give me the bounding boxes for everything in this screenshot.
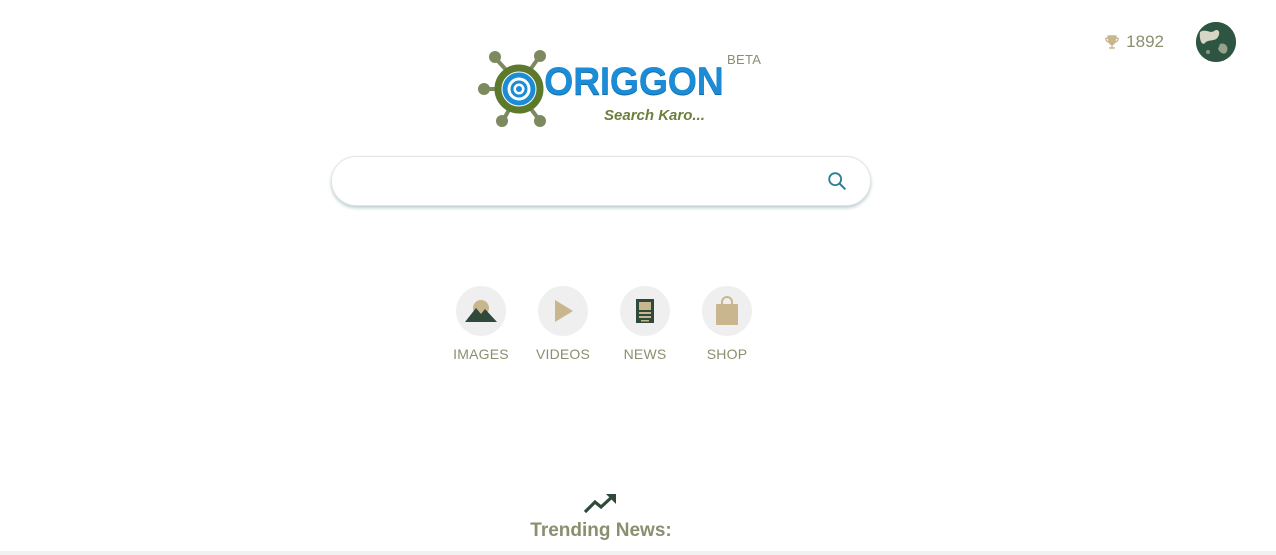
shopping-bag-icon xyxy=(716,296,738,325)
search-input[interactable] xyxy=(350,157,814,207)
search-icon xyxy=(828,172,846,190)
category-shortcuts: IMAGES VIDEOS NEWS SHOP xyxy=(440,286,768,362)
category-news-circle xyxy=(620,286,670,336)
category-images-circle xyxy=(456,286,506,336)
category-news[interactable]: NEWS xyxy=(604,286,686,362)
category-news-label: NEWS xyxy=(623,346,667,362)
category-shop-circle xyxy=(702,286,752,336)
header-right: 1892 xyxy=(1103,22,1236,62)
logo-tagline: Search Karo... xyxy=(604,107,705,124)
newspaper-icon xyxy=(636,299,654,323)
mountain-image-icon xyxy=(465,300,497,322)
user-avatar[interactable] xyxy=(1196,22,1236,62)
search-bar xyxy=(331,156,871,207)
logo-title: ORIGGON xyxy=(544,60,724,103)
brand-logo[interactable]: ORIGGON Search Karo... BETA xyxy=(476,46,766,130)
trending-title: Trending News: xyxy=(530,520,672,541)
trending-section: Trending News: xyxy=(0,492,1202,542)
bottom-divider xyxy=(0,551,1276,555)
category-videos-circle xyxy=(538,286,588,336)
category-shop[interactable]: SHOP xyxy=(686,286,768,362)
beta-badge: BETA xyxy=(727,52,762,67)
play-icon xyxy=(555,300,573,322)
category-images[interactable]: IMAGES xyxy=(440,286,522,362)
search-button[interactable] xyxy=(826,170,848,192)
category-videos[interactable]: VIDEOS xyxy=(522,286,604,362)
category-images-label: IMAGES xyxy=(453,346,509,362)
points-value: 1892 xyxy=(1126,32,1164,51)
category-videos-label: VIDEOS xyxy=(535,346,591,362)
category-shop-label: SHOP xyxy=(706,346,748,362)
trophy-icon xyxy=(1103,33,1121,51)
points-counter[interactable]: 1892 xyxy=(1103,32,1164,52)
trending-up-icon xyxy=(583,494,616,514)
